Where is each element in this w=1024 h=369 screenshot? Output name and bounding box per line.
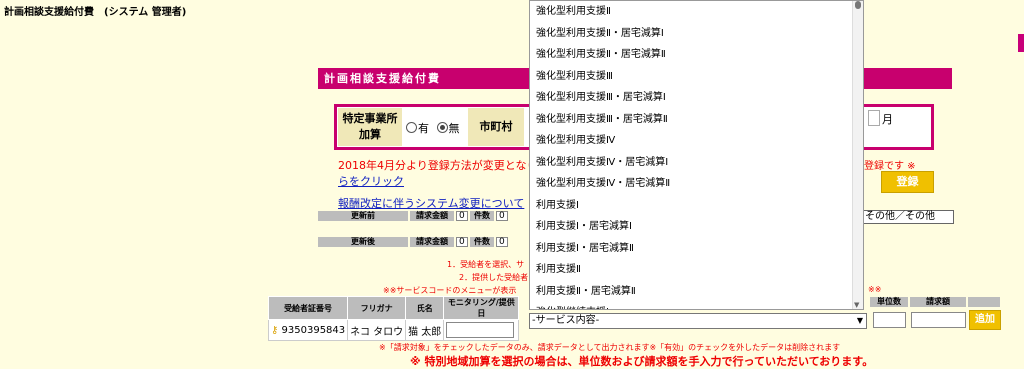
- header-furigana: フリガナ: [347, 296, 407, 320]
- page-title: 計画相談支援給付費 (システム 管理者): [4, 7, 187, 18]
- service-entry-table: 受給者証番号 フリガナ 氏名 モニタリング/提供日 ⚷ 9350395843 ネ…: [267, 296, 520, 341]
- instruction-line-2: 2．提供した受給者: [459, 273, 529, 282]
- method-change-notice: 2018年4月分より登録方法が変更となりま: [338, 159, 549, 172]
- header-units: 単位数: [870, 297, 908, 307]
- dropdown-option[interactable]: 強化型利用支援Ⅳ・居宅減算Ⅰ: [530, 152, 863, 174]
- municipality-label: 市町村: [468, 108, 524, 146]
- summary-before-amount: 0: [456, 211, 468, 221]
- summary-after-amount-label: 請求金額: [410, 237, 454, 247]
- service-select-value: -サービス内容-: [532, 315, 600, 326]
- dropdown-option[interactable]: 強化型利用支援Ⅲ・居宅減算Ⅱ: [530, 109, 863, 131]
- dropdown-scrollbar[interactable]: ▼: [852, 1, 863, 309]
- dropdown-option[interactable]: 利用支援Ⅰ・居宅減算Ⅰ: [530, 216, 863, 238]
- dropdown-option[interactable]: 利用支援Ⅰ・居宅減算Ⅱ: [530, 238, 863, 260]
- radio-yes[interactable]: 有: [406, 122, 429, 135]
- amount-input[interactable]: [911, 312, 966, 328]
- header-monitoring-date: モニタリング/提供日: [443, 296, 520, 320]
- radio-no[interactable]: 無: [436, 122, 460, 135]
- month-label: 月: [882, 113, 893, 126]
- tokutei-radio-group: 有 無: [406, 120, 460, 136]
- summary-before-row: 更新前 請求金額 0 件数 0: [318, 211, 508, 221]
- header-cert-number: 受給者証番号: [267, 296, 349, 320]
- dropdown-options: 強化型利用支援Ⅱ 強化型利用支援Ⅱ・居宅減算Ⅰ 強化型利用支援Ⅱ・居宅減算Ⅱ 強化型利…: [530, 1, 863, 309]
- radio-circle-icon: [406, 122, 417, 133]
- footer-note: ※「請求対象」をチェックしたデータのみ、請求データとして出力されます※「有効」の…: [379, 343, 841, 352]
- dropdown-option[interactable]: 利用支援Ⅰ: [530, 195, 863, 217]
- dropdown-option[interactable]: 利用支援Ⅱ: [530, 259, 863, 281]
- radio-selected-icon: [436, 122, 448, 133]
- scroll-down-arrow-icon[interactable]: ▼: [854, 301, 859, 309]
- chevron-down-icon: ▼: [856, 316, 863, 325]
- summary-after-label: 更新後: [318, 237, 408, 247]
- header-blank: [968, 297, 1000, 307]
- summary-before-count: 0: [496, 211, 508, 221]
- name-cell: 猫 太郎: [405, 319, 445, 341]
- summary-before-count-label: 件数: [470, 211, 494, 221]
- header-name: 氏名: [405, 296, 445, 320]
- dropdown-option[interactable]: 利用支援Ⅱ・居宅減算Ⅱ: [530, 281, 863, 303]
- service-select[interactable]: -サービス内容- ▼: [529, 313, 867, 329]
- cert-number: 9350395843: [281, 324, 346, 336]
- summary-before-amount-label: 請求金額: [410, 211, 454, 221]
- summary-after-count-label: 件数: [470, 237, 494, 247]
- dropdown-option[interactable]: 強化型利用支援Ⅳ・居宅減算Ⅱ: [530, 173, 863, 195]
- add-button[interactable]: 追加: [969, 310, 1001, 330]
- revision-info-link[interactable]: 報酬改定に伴うシステム変更について: [338, 195, 524, 211]
- cert-number-cell: ⚷ 9350395843: [267, 319, 349, 341]
- tokutei-label: 特定事業所加算: [338, 108, 402, 146]
- summary-after-amount: 0: [456, 237, 468, 247]
- dropdown-option[interactable]: 強化型利用支援Ⅲ: [530, 66, 863, 88]
- scrollbar-thumb[interactable]: [855, 1, 861, 9]
- dropdown-option[interactable]: 強化型利用支援Ⅲ・居宅減算Ⅰ: [530, 87, 863, 109]
- dropdown-option[interactable]: 強化型利用支援Ⅱ・居宅減算Ⅰ: [530, 23, 863, 45]
- instruction-line-1: 1．受給者を選択、サ: [447, 260, 525, 269]
- units-input[interactable]: [873, 312, 906, 328]
- table-header-row: 受給者証番号 フリガナ 氏名 モニタリング/提供日: [267, 296, 520, 320]
- summary-after-row: 更新後 請求金額 0 件数 0: [318, 237, 508, 247]
- furigana-cell: ネコ タロウ: [347, 319, 407, 341]
- key-icon[interactable]: ⚷: [271, 325, 278, 336]
- summary-before-label: 更新前: [318, 211, 408, 221]
- dropdown-option[interactable]: 強化型利用支援Ⅳ: [530, 130, 863, 152]
- header-amount: 請求額: [910, 297, 966, 307]
- radio-no-label: 無: [448, 122, 460, 135]
- dropdown-option[interactable]: 強化型継続支援Ⅰ: [530, 302, 863, 309]
- dropdown-option[interactable]: 強化型利用支援Ⅱ・居宅減算Ⅱ: [530, 44, 863, 66]
- register-button[interactable]: 登録: [881, 171, 934, 193]
- radio-yes-label: 有: [418, 122, 429, 135]
- registration-notice: 登録です ※: [864, 161, 916, 172]
- service-dropdown-list[interactable]: 強化型利用支援Ⅱ 強化型利用支援Ⅱ・居宅減算Ⅰ 強化型利用支援Ⅱ・居宅減算Ⅱ 強化型利…: [529, 0, 864, 310]
- monitoring-date-input[interactable]: [446, 322, 515, 338]
- month-input[interactable]: [868, 110, 880, 126]
- other-select[interactable]: その他／その他: [862, 210, 954, 224]
- table-row: ⚷ 9350395843 ネコ タロウ 猫 太郎: [267, 319, 520, 341]
- summary-after-count: 0: [496, 237, 508, 247]
- instruction-line-3: ※※サービスコードのメニューが表示: [383, 286, 517, 295]
- click-here-link[interactable]: らをクリック: [338, 173, 404, 189]
- dropdown-option[interactable]: 強化型利用支援Ⅱ: [530, 1, 863, 23]
- instruction-line-3-end: ※※: [868, 285, 882, 294]
- side-tab-marker[interactable]: [1018, 34, 1024, 52]
- monitoring-date-cell: [443, 319, 520, 341]
